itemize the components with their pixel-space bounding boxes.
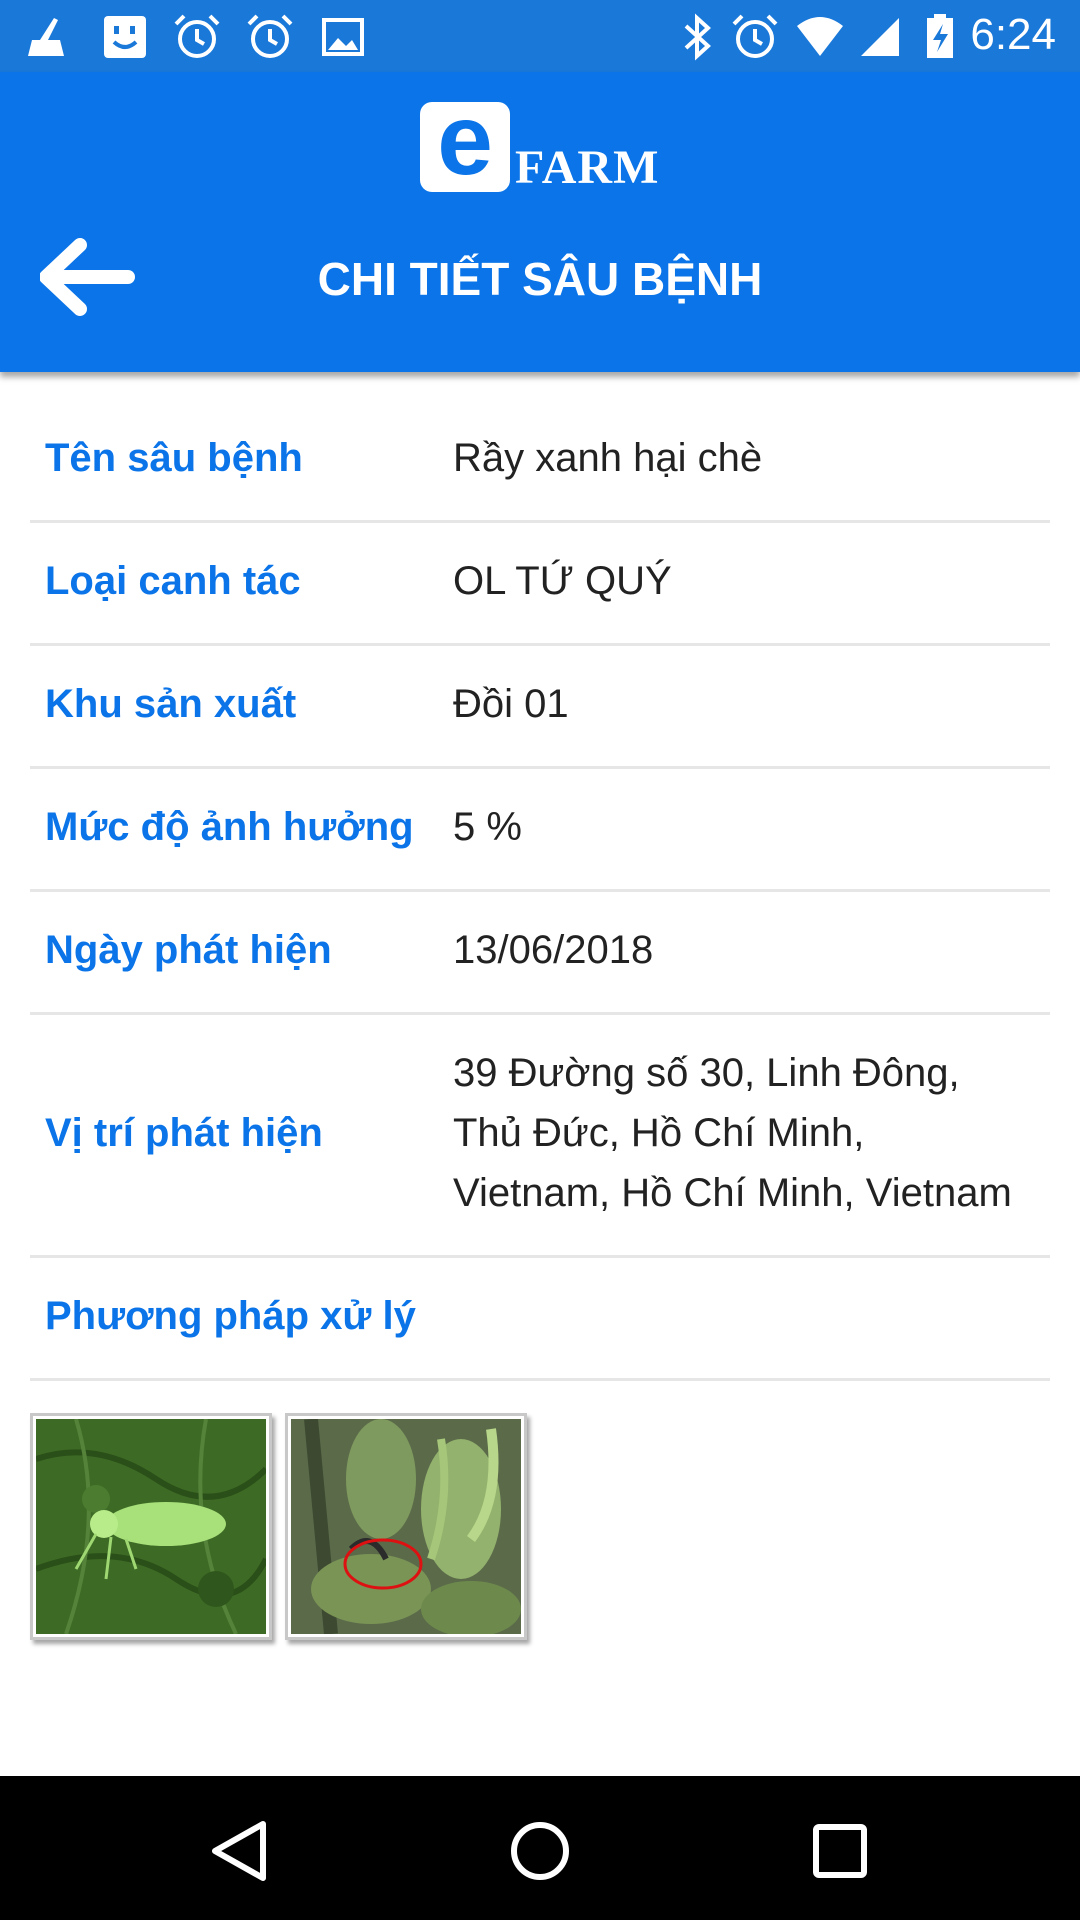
status-bar: 6:24 [0,0,1080,72]
value-detection-date: 13/06/2018 [453,928,654,972]
alarm-icon [732,14,778,58]
battery-charging-icon [927,14,953,58]
alarm-icon [174,14,220,58]
recents-square-icon[interactable] [805,1816,875,1886]
value-cultivation-type: OL TỨ QUÝ [453,559,672,603]
tea-plant-image [291,1419,521,1634]
location-line-1: 39 Đường số 30, Linh Đông, [453,1051,960,1095]
alarm-icon [247,14,293,58]
clock: 6:24 [970,10,1056,59]
signal-icon [861,18,899,56]
detail-row-treatment-method: Phương pháp xử lý [30,1258,1050,1381]
location-line-3: Vietnam, Hồ Chí Minh, Vietnam [453,1171,1012,1215]
detail-row-cultivation-type: Loại canh tác OL TỨ QUÝ [30,523,1050,646]
value-pest-name: Rầy xanh hại chè [453,436,763,480]
logo-e-letter: e [437,84,493,196]
location-line-2: Thủ Đức, Hồ Chí Minh, [453,1111,865,1155]
value-production-area: Đồi 01 [453,682,569,726]
detail-row-production-area: Khu sản xuất Đồi 01 [30,646,1050,769]
app-bar: e FARM CHI TIẾT SÂU BỆNH [0,72,1080,372]
leafhopper-image [36,1419,266,1634]
home-circle-icon[interactable] [505,1816,575,1886]
label-pest-name: Tên sâu bệnh [45,436,303,480]
label-detection-date: Ngày phát hiện [45,928,332,972]
leafhopper-photo[interactable] [30,1413,272,1640]
value-impact-level: 5 % [453,805,522,849]
cleaner-icon [28,18,64,56]
logo-farm-text: FARM [515,141,660,194]
detail-row-pest-name: Tên sâu bệnh Rầy xanh hại chè [30,372,1050,523]
label-treatment-method: Phương pháp xử lý [45,1294,416,1338]
navigation-bar [0,1776,1080,1920]
image-icon [322,18,364,56]
label-impact-level: Mức độ ảnh hưởng [45,805,414,849]
label-production-area: Khu sản xuất [45,682,297,726]
label-detection-location: Vị trí phát hiện [45,1111,323,1155]
detail-list: Tên sâu bệnh Rầy xanh hại chè Loại canh … [0,372,1080,1381]
detail-row-detection-date: Ngày phát hiện 13/06/2018 [30,892,1050,1015]
page-title: CHI TIẾT SÂU BỆNH [317,253,763,305]
logo-e-box: e [420,90,510,192]
wifi-icon [797,17,843,56]
back-triangle-icon[interactable] [205,1816,275,1886]
label-cultivation-type: Loại canh tác [45,559,301,603]
bluetooth-icon [684,13,711,61]
face-app-icon [104,16,146,58]
value-detection-location: 39 Đường số 30, Linh Đông, Thủ Đức, Hồ C… [453,1043,1040,1223]
detail-row-detection-location: Vị trí phát hiện 39 Đường số 30, Linh Đô… [30,1015,1050,1258]
tea-plant-damage-photo[interactable] [285,1413,527,1640]
detail-row-impact-level: Mức độ ảnh hưởng 5 % [30,769,1050,892]
efarm-logo: e FARM [420,90,665,197]
